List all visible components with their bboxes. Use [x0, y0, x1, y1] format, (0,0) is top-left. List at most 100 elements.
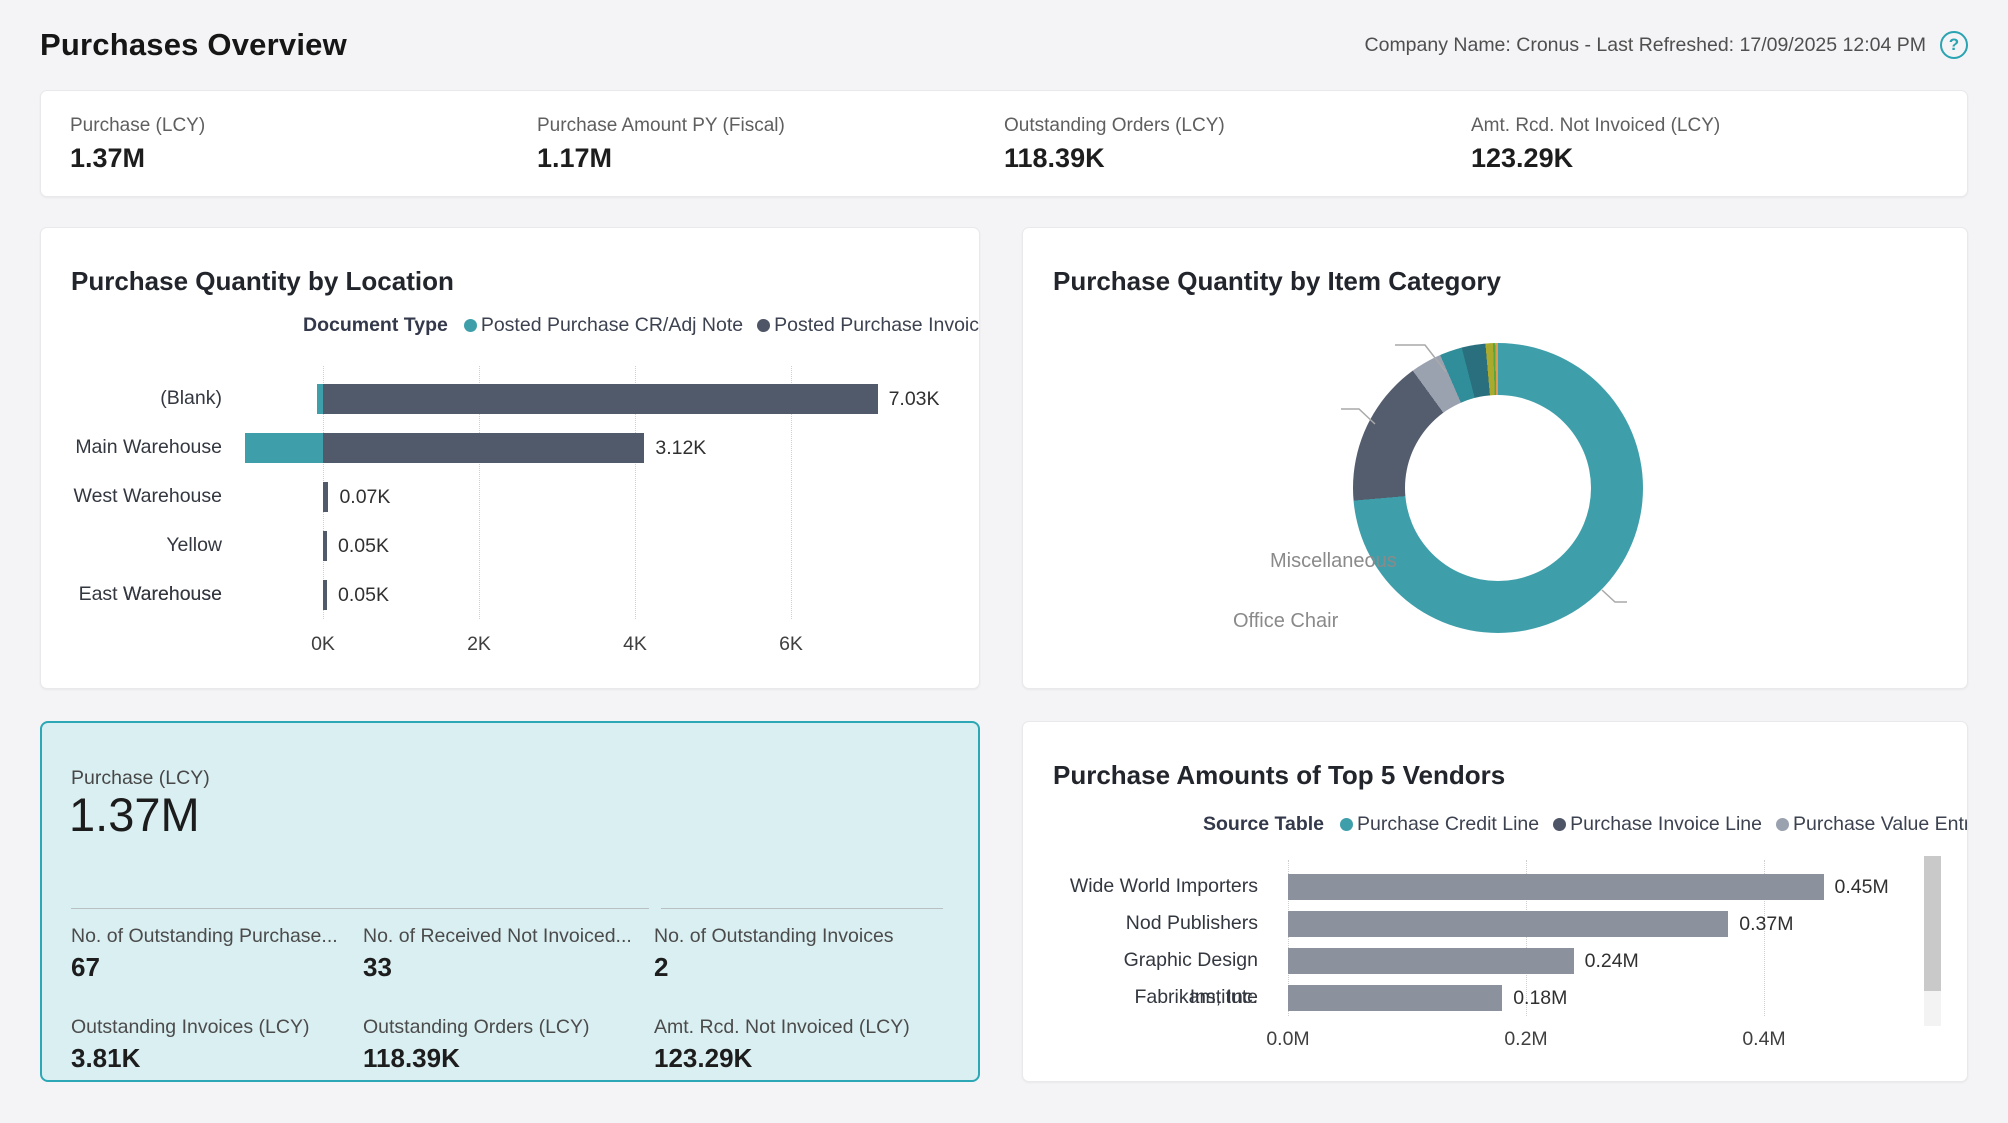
divider — [71, 908, 943, 909]
category-label: Nod Publishers — [1051, 905, 1258, 942]
category-label: Yellow Warehouse — [69, 521, 222, 570]
category-label: Fabrikam, Inc. — [1051, 979, 1258, 1016]
bar-value-label: 0.45M — [1835, 874, 1889, 900]
bar-segment-cr-adj-note[interactable] — [245, 433, 323, 463]
vendors-chart-legend: Source Table Purchase Credit LinePurchas… — [1203, 813, 1968, 836]
metric-label: Amt. Rcd. Not Invoiced (LCY) — [654, 1016, 910, 1039]
x-axis-tick: 0K — [311, 633, 335, 656]
bar-segment-invoice[interactable] — [323, 384, 878, 414]
vendors-scrollbar-track[interactable] — [1924, 856, 1941, 1026]
kpi-label: Amt. Rcd. Not Invoiced (LCY) — [1471, 115, 1909, 137]
x-axis-tick: 0.2M — [1504, 1028, 1547, 1051]
donut-label-office-chair: Office Chair — [1233, 610, 1336, 633]
legend-label: Posted Purchase Invoice — [774, 314, 980, 337]
legend-dot-icon — [1340, 818, 1353, 831]
metric-value: 67 — [71, 952, 363, 983]
metric-value: 33 — [363, 952, 654, 983]
metric-received-not-invoiced-count: No. of Received Not Invoiced... 33 — [363, 925, 654, 983]
vendor-bar[interactable] — [1288, 911, 1728, 937]
location-chart-title: Purchase Quantity by Location — [71, 266, 454, 297]
legend-label: Purchase Credit Line — [1357, 813, 1539, 836]
legend-label: Purchase Invoice Line — [1570, 813, 1762, 836]
page-header: Purchases Overview Company Name: Cronus … — [0, 0, 2008, 90]
vendors-category-labels: Wide World ImportersNod PublishersGraphi… — [1051, 868, 1271, 1016]
location-category-labels: (Blank)Main WarehouseWest WarehouseYello… — [69, 374, 234, 619]
vendors-chart-body: Wide World ImportersNod PublishersGraphi… — [1051, 868, 1899, 1016]
category-donut-card: Purchase Quantity by Item Category Misce… — [1022, 227, 1968, 689]
legend-item[interactable]: Purchase Credit Line — [1340, 813, 1539, 836]
x-axis-tick: 4K — [623, 633, 647, 656]
vendors-chart-card: Purchase Amounts of Top 5 Vendors Source… — [1022, 721, 1968, 1082]
x-axis-tick: 0.0M — [1266, 1028, 1309, 1051]
bar-value-label: 3.12K — [655, 433, 706, 463]
bar-segment-invoice[interactable] — [323, 482, 328, 512]
metric-label: Outstanding Orders (LCY) — [363, 1016, 654, 1039]
metric-value: 118.39K — [363, 1043, 654, 1074]
company-refresh-status: Company Name: Cronus - Last Refreshed: 1… — [1365, 34, 1926, 57]
purchases-overview-page: Purchases Overview Company Name: Cronus … — [0, 0, 2008, 1123]
vendors-plot: 0.45M 0.37M 0.24M 0.18M — [1271, 868, 1899, 1016]
bar-segment-invoice[interactable] — [323, 580, 327, 610]
bar-segment-invoice[interactable] — [323, 433, 644, 463]
legend-dot-icon — [1553, 818, 1566, 831]
legend-dot-icon — [1776, 818, 1789, 831]
metric-outstanding-purchase-count: No. of Outstanding Purchase... 67 — [71, 925, 363, 983]
legend-items: Posted Purchase CR/Adj Note Posted Purcha… — [464, 314, 980, 337]
category-label: Main Warehouse — [69, 423, 222, 472]
kpi-outstanding-orders: Outstanding Orders (LCY) 118.39K — [975, 115, 1442, 196]
bar-value-label: 0.05K — [338, 580, 389, 610]
purchase-card-metrics: No. of Outstanding Purchase... 67 No. of… — [71, 925, 910, 1074]
location-x-axis: 0K 2K 4K 6K — [234, 633, 979, 657]
legend-title: Document Type — [303, 314, 448, 337]
category-label: West Warehouse — [69, 472, 222, 521]
metric-label: Outstanding Invoices (LCY) — [71, 1016, 363, 1039]
legend-title: Source Table — [1203, 813, 1324, 836]
kpi-label: Purchase Amount PY (Fiscal) — [537, 115, 975, 137]
page-title: Purchases Overview — [40, 27, 347, 63]
vendors-scrollbar-thumb[interactable] — [1924, 856, 1941, 991]
legend-item[interactable]: Purchase Invoice Line — [1553, 813, 1762, 836]
legend-item[interactable]: Posted Purchase CR/Adj Note — [464, 314, 743, 337]
category-donut-title: Purchase Quantity by Item Category — [1053, 266, 1501, 297]
category-label: (Blank) — [69, 374, 222, 423]
metric-amt-rcd-not-invoiced-lcy: Amt. Rcd. Not Invoiced (LCY) 123.29K — [654, 1016, 910, 1074]
metric-value: 2 — [654, 952, 910, 983]
kpi-value: 118.39K — [1004, 143, 1442, 174]
metric-outstanding-invoices-lcy: Outstanding Invoices (LCY) 3.81K — [71, 1016, 363, 1074]
metric-label: No. of Outstanding Purchase... — [71, 925, 363, 948]
metric-outstanding-orders-lcy: Outstanding Orders (LCY) 118.39K — [363, 1016, 654, 1074]
vendor-bar[interactable] — [1288, 948, 1574, 974]
bar-value-label: 7.03K — [889, 384, 940, 414]
vendor-bar[interactable] — [1288, 874, 1824, 900]
kpi-amt-rcd-not-invoiced: Amt. Rcd. Not Invoiced (LCY) 123.29K — [1442, 115, 1909, 196]
kpi-value: 1.17M — [537, 143, 975, 174]
header-meta-group: Company Name: Cronus - Last Refreshed: 1… — [1365, 31, 1968, 59]
x-axis-tick: 0.4M — [1742, 1028, 1785, 1051]
bar-value-label: 0.05K — [338, 531, 389, 561]
bar-value-label: 0.07K — [339, 482, 390, 512]
category-label: Wide World Importers — [1051, 868, 1258, 905]
legend-label: Purchase Value Entries — [1793, 813, 1968, 836]
bar-value-label: 0.24M — [1585, 948, 1639, 974]
help-icon[interactable]: ? — [1940, 31, 1968, 59]
legend-item[interactable]: Posted Purchase Invoice — [757, 314, 980, 337]
metric-label: No. of Received Not Invoiced... — [363, 925, 654, 948]
x-axis-tick: 6K — [779, 633, 803, 656]
purchase-lcy-selected-card[interactable]: Purchase (LCY) 1.37M No. of Outstanding … — [40, 721, 980, 1082]
legend-dot-icon — [757, 319, 770, 332]
category-label: Graphic Design Institute — [1051, 942, 1258, 979]
legend-items: Purchase Credit Line Purchase Invoice Lin… — [1340, 813, 1968, 836]
bar-value-label: 0.18M — [1513, 985, 1567, 1011]
vendor-bar[interactable] — [1288, 985, 1502, 1011]
bar-value-label: 0.37M — [1739, 911, 1793, 937]
bar-segment-invoice[interactable] — [323, 531, 327, 561]
x-axis-tick: 2K — [467, 633, 491, 656]
kpi-value: 1.37M — [70, 143, 508, 174]
legend-item[interactable]: Purchase Value Entries — [1776, 813, 1968, 836]
kpi-value: 123.29K — [1471, 143, 1909, 174]
donut-hole — [1405, 395, 1591, 581]
legend-dot-icon — [464, 319, 477, 332]
kpi-purchase-amount-py: Purchase Amount PY (Fiscal) 1.17M — [508, 115, 975, 196]
location-chart-body: (Blank)Main WarehouseWest WarehouseYello… — [69, 374, 961, 619]
item-category-donut[interactable] — [1353, 343, 1643, 633]
